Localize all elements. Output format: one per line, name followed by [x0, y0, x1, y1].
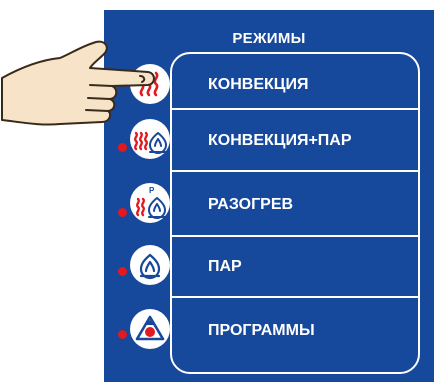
preheat-letter: P [149, 186, 155, 195]
mode-label-convection-steam[interactable]: КОНВЕКЦИЯ+ПАР [208, 131, 352, 151]
indicator-led [118, 330, 127, 339]
indicator-led [118, 267, 127, 276]
indicator-led [118, 208, 127, 217]
steam-button[interactable] [130, 245, 170, 285]
indicator-led [118, 143, 127, 152]
hand-pointer-icon [1, 40, 155, 126]
mode-label-programs[interactable]: ПРОГРАММЫ [208, 321, 315, 341]
divider [170, 170, 420, 172]
divider [170, 235, 420, 237]
divider [170, 108, 420, 110]
steam-icon [139, 253, 161, 280]
mode-label-steam[interactable]: ПАР [208, 257, 242, 277]
preheat-icon: P [135, 186, 167, 219]
programs-icon [135, 315, 165, 341]
mode-label-preheat[interactable]: РАЗОГРЕВ [208, 195, 293, 215]
mode-label-convection[interactable]: КОНВЕКЦИЯ [208, 75, 308, 95]
preheat-button[interactable]: P [130, 183, 170, 223]
divider [170, 296, 420, 298]
programs-button[interactable] [130, 309, 170, 349]
